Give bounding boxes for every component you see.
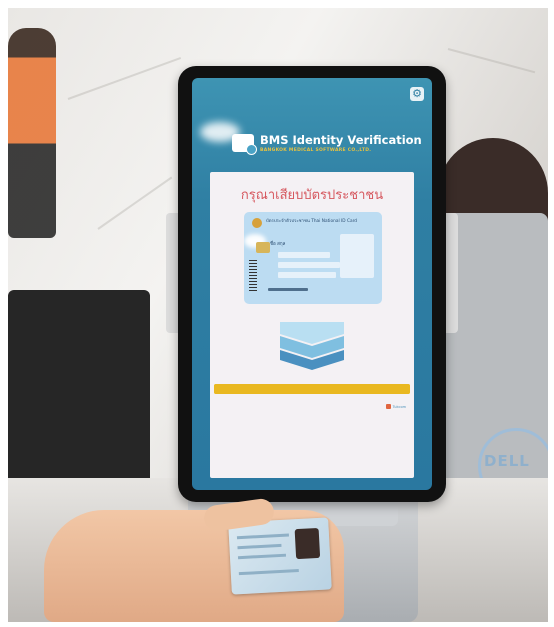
id-card-title: บัตรประจำตัวประชาชน Thai National ID Car… xyxy=(266,219,358,224)
kiosk-tablet: ⚙ BMS Identity Verification BANGKOK MEDI… xyxy=(178,66,446,502)
id-card-field xyxy=(278,262,340,268)
reading-progress-bar xyxy=(214,384,410,394)
marble-vein xyxy=(447,48,536,74)
brand-subtitle: BANGKOK MEDICAL SOFTWARE CO.,LTD. xyxy=(260,148,372,153)
card-text-line xyxy=(238,569,299,576)
id-card-illustration: บัตรประจำตัวประชาชน Thai National ID Car… xyxy=(244,212,382,304)
left-monitor xyxy=(8,290,150,490)
id-card-field xyxy=(278,272,336,278)
marble-vein xyxy=(97,176,173,230)
footer-logo: Tukcom xyxy=(385,404,406,409)
id-card-photo-placeholder xyxy=(340,234,374,278)
id-card-field xyxy=(268,288,308,291)
kiosk-screen: ⚙ BMS Identity Verification BANGKOK MEDI… xyxy=(192,78,432,490)
marble-vein xyxy=(67,57,182,100)
chip-icon xyxy=(256,242,270,253)
insert-arrow-icon xyxy=(280,322,344,370)
vendor-logo-icon xyxy=(385,404,391,409)
progress-fill xyxy=(214,384,410,394)
barcode-icon xyxy=(249,260,257,292)
card-text-line xyxy=(236,533,289,540)
crest-icon xyxy=(252,218,262,228)
card-text-line xyxy=(237,553,287,560)
id-card-name-line: ชื่อ สกุล xyxy=(270,242,286,247)
card-text-line xyxy=(237,543,282,550)
background-person xyxy=(8,28,56,238)
instruction-panel: กรุณาเสียบบัตรประชาชน บัตรประจำตัวประชาช… xyxy=(210,172,414,478)
footer-logo-text: Tukcom xyxy=(392,404,406,409)
dell-logo-text: DELL xyxy=(484,452,530,470)
id-verify-icon xyxy=(232,134,257,155)
brand-title: BMS Identity Verification xyxy=(260,133,422,147)
brand-header: BMS Identity Verification BANGKOK MEDICA… xyxy=(232,133,422,155)
insert-card-instruction: กรุณาเสียบบัตรประชาชน xyxy=(240,188,384,203)
gear-icon[interactable]: ⚙ xyxy=(410,87,424,101)
physical-id-card xyxy=(228,517,332,595)
card-photo xyxy=(294,527,321,560)
id-card-field xyxy=(278,252,330,258)
photo-scene: DELL ⚙ BMS Identity Verification BANGKOK… xyxy=(8,8,548,622)
